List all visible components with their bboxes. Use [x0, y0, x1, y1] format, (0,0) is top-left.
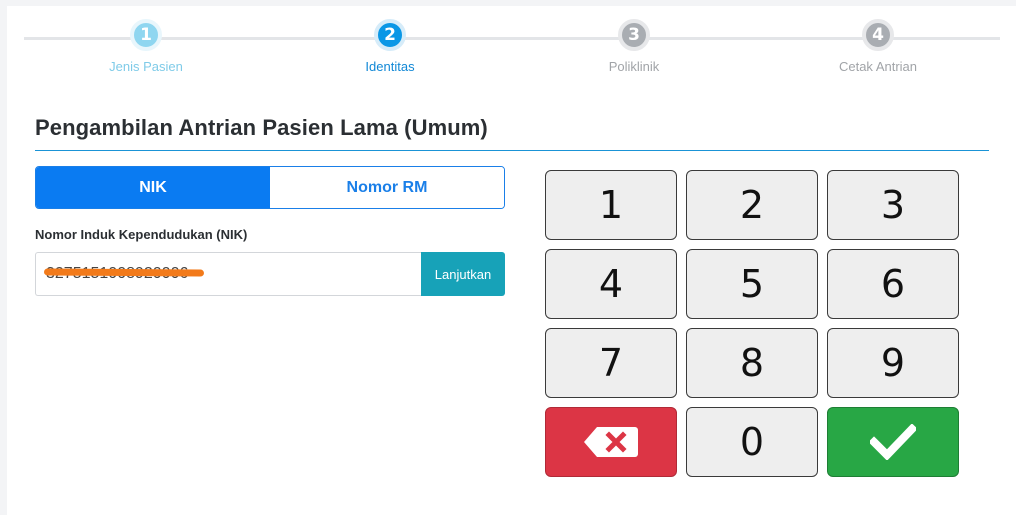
tab-nik[interactable]: NIK [36, 167, 270, 208]
step-cetak-antrian: 4 Cetak Antrian [808, 19, 948, 74]
numeric-keypad: 1 2 3 4 5 6 7 8 9 0 [545, 170, 959, 477]
step-number-badge: 4 [862, 19, 894, 51]
key-2[interactable]: 2 [686, 170, 818, 240]
step-label: Jenis Pasien [109, 59, 183, 74]
delete-key[interactable] [545, 407, 677, 477]
page-title: Pengambilan Antrian Pasien Lama (Umum) [35, 115, 488, 140]
key-3[interactable]: 3 [827, 170, 959, 240]
step-label: Identitas [365, 59, 415, 74]
key-0[interactable]: 0 [686, 407, 818, 477]
id-type-toggle: NIK Nomor RM [35, 166, 505, 209]
checkmark-icon [870, 424, 916, 460]
step-number-badge: 1 [130, 19, 162, 51]
redaction-mark [43, 268, 205, 277]
nik-input-group: Lanjutkan [35, 252, 505, 296]
title-divider [35, 150, 989, 151]
step-poliklinik: 3 Poliklinik [564, 19, 704, 74]
key-9[interactable]: 9 [827, 328, 959, 398]
tab-nomor-rm[interactable]: Nomor RM [270, 167, 504, 208]
key-6[interactable]: 6 [827, 249, 959, 319]
key-7[interactable]: 7 [545, 328, 677, 398]
progress-stepper: 1 Jenis Pasien 2 Identitas 3 Poliklinik … [0, 0, 1016, 90]
key-4[interactable]: 4 [545, 249, 677, 319]
key-1[interactable]: 1 [545, 170, 677, 240]
key-8[interactable]: 8 [686, 328, 818, 398]
step-number-badge: 3 [618, 19, 650, 51]
step-identitas: 2 Identitas [320, 19, 460, 74]
backspace-x-icon [584, 427, 638, 457]
step-number-badge: 2 [374, 19, 406, 51]
confirm-key[interactable] [827, 407, 959, 477]
step-label: Cetak Antrian [838, 59, 918, 74]
lanjutkan-button[interactable]: Lanjutkan [421, 252, 505, 296]
step-jenis-pasien: 1 Jenis Pasien [76, 19, 216, 74]
step-label: Poliklinik [608, 59, 660, 74]
key-5[interactable]: 5 [686, 249, 818, 319]
nik-field-label: Nomor Induk Kependudukan (NIK) [35, 227, 248, 242]
